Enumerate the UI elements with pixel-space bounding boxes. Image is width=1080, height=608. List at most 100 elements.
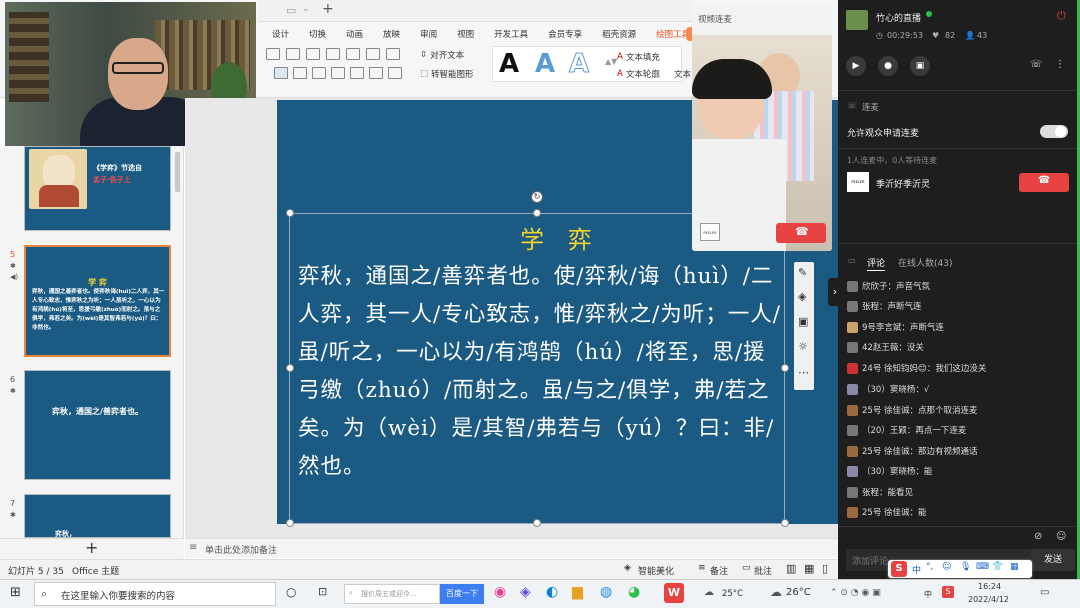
tab-review[interactable]: 审阅 (410, 28, 447, 42)
align-left-icon[interactable] (274, 67, 288, 79)
end-connect-button[interactable]: ☎ (1019, 173, 1069, 192)
slide-thumb-6[interactable]: 弈秋，通国之/善弈者也。 (24, 370, 171, 480)
voice-icon[interactable]: 🎙 (960, 562, 971, 572)
resize-handle[interactable] (286, 209, 294, 217)
tray-ime[interactable]: 中 (924, 589, 932, 600)
baidu-search-button[interactable]: 百度一下 (440, 584, 484, 604)
task-view-icon[interactable]: ○ (286, 585, 296, 599)
style-blue[interactable]: A (535, 49, 555, 79)
notes-bar[interactable]: ≡ 单击此处添加备注 (185, 538, 838, 558)
resize-handle[interactable] (286, 364, 294, 372)
align-right-icon[interactable] (312, 67, 326, 79)
edge-icon[interactable]: ◐ (546, 584, 558, 600)
microphone-icon[interactable]: ● (878, 56, 898, 76)
wechat-icon[interactable]: ◕ (628, 584, 640, 600)
lightbulb-icon[interactable]: ☼ (798, 340, 808, 353)
outdent-icon[interactable] (346, 48, 360, 60)
comments-button[interactable]: 批注 (754, 564, 772, 577)
text-outline-button[interactable]: A 文本轮廓 (617, 67, 660, 81)
slide-body-text[interactable]: 弈秋，通国之/善弈者也。使/弈秋/诲（huì）/二人弈，其一人/专心致志，惟/弈… (298, 258, 788, 486)
style-black[interactable]: A (499, 49, 519, 79)
emoji-icon[interactable]: ☺ (1056, 531, 1066, 542)
app-icon-1[interactable]: ◉ (494, 584, 506, 600)
text-fill-button[interactable]: A 文本填充 (617, 50, 660, 64)
align-center-icon[interactable] (293, 67, 307, 79)
resize-handle[interactable] (781, 519, 789, 527)
style-outline[interactable]: A (568, 49, 589, 80)
paragraph-spacing-icon[interactable] (388, 67, 402, 79)
toolbox-icon[interactable]: ▦ (1010, 562, 1019, 572)
sorter-view-icon[interactable]: ▦ (804, 562, 814, 575)
slide-thumb-4[interactable]: 《学弈》节选自 孟子·告子上 (24, 146, 171, 231)
notification-icon[interactable]: ▭ (1040, 587, 1049, 598)
call-settings-icon[interactable]: ☏ (1030, 59, 1043, 70)
hangup-button[interactable]: ☎ (776, 223, 826, 243)
add-slide-icon[interactable]: + (85, 538, 98, 557)
send-button[interactable]: 发送 (1031, 549, 1075, 571)
distribute-icon[interactable] (350, 67, 364, 79)
sogou-tray-icon[interactable]: S (942, 586, 954, 598)
align-text-button[interactable]: ⇳ 对齐文本 (420, 48, 464, 62)
more-options-icon[interactable]: ⋮ (1055, 59, 1065, 70)
tab-slideshow[interactable]: 放映 (373, 28, 410, 42)
crop-icon[interactable]: ▣ (798, 315, 808, 328)
slide-thumb-5[interactable]: 学 弈 弈秋，通国之善弈者也。使弈秋诲(huì)二人弈，其一人专心致志，惟弈秋之… (24, 245, 171, 357)
windows-start-icon[interactable]: ⊞ (10, 585, 21, 600)
smart-shape-button[interactable]: ⬚ 转智能图形 (420, 67, 474, 81)
screen-share-icon[interactable]: ▣ (910, 56, 930, 76)
widgets-icon[interactable]: ⊡ (318, 585, 327, 598)
tab-online[interactable]: 在线人数(43) (898, 256, 952, 269)
resize-handle[interactable] (533, 519, 541, 527)
ime-mode[interactable]: 中 (912, 563, 921, 576)
fill-icon[interactable]: ◈ (798, 290, 806, 303)
normal-view-icon[interactable]: ▥ (786, 562, 796, 575)
slide-title[interactable]: 学 弈 (500, 220, 620, 255)
tab-view[interactable]: 视图 (447, 28, 484, 42)
browser-search-box[interactable]: ⌕ 搜价周五或迎今... (344, 584, 440, 604)
justify-icon[interactable] (331, 67, 345, 79)
thumb-scrollbar[interactable] (175, 152, 180, 192)
tab-comments[interactable]: 评论 (867, 256, 886, 271)
notes-button[interactable]: 备注 (710, 564, 728, 577)
line-spacing-icon[interactable] (366, 48, 380, 60)
chevron-down-icon[interactable]: ⌄ (302, 4, 310, 14)
tray-icons[interactable]: ⌃ ⊙ ◔ ◉ ▣ (830, 588, 881, 598)
tab-transition[interactable]: 切换 (299, 28, 336, 42)
file-explorer-icon[interactable]: ▆ (572, 584, 583, 600)
tab-animation[interactable]: 动画 (336, 28, 373, 42)
allow-connect-toggle[interactable] (1040, 125, 1068, 138)
resize-handle[interactable] (286, 519, 294, 527)
list-icon[interactable] (286, 48, 300, 60)
column-icon[interactable] (369, 67, 383, 79)
skin-icon[interactable]: 👕 (992, 562, 1003, 572)
camera-icon[interactable]: ▶ (846, 56, 866, 76)
resize-handle[interactable] (533, 209, 541, 217)
smart-beauty-button[interactable]: 智能美化 (638, 564, 674, 577)
tab-design[interactable]: 设计 (262, 28, 299, 42)
browser-icon[interactable]: ◍ (600, 584, 612, 600)
pen-icon[interactable]: ✎ (798, 266, 807, 279)
format-icon[interactable] (266, 48, 280, 60)
emoji-ime-icon[interactable]: ☺ (942, 562, 951, 572)
taskbar-search[interactable]: ⌕ 在这里输入你要搜索的内容 (34, 582, 276, 606)
wps-icon[interactable]: W (664, 583, 684, 603)
sogou-icon[interactable]: S (891, 561, 907, 577)
tab-developer[interactable]: 开发工具 (484, 28, 538, 42)
indent-icon[interactable] (326, 48, 340, 60)
reading-view-icon[interactable]: ▯ (822, 562, 828, 575)
tab-member[interactable]: 会员专享 (538, 28, 592, 42)
mute-icon[interactable]: ⊘ (1034, 531, 1042, 542)
power-icon[interactable]: ⏻ (1057, 9, 1066, 23)
collapse-panel-icon[interactable]: › (828, 278, 842, 306)
rotate-handle-icon[interactable]: ↻ (531, 191, 543, 203)
app-icon-2[interactable]: ◈ (520, 584, 531, 600)
slide-thumb-7[interactable]: 弈秋， (24, 494, 171, 538)
text-direction-icon[interactable] (386, 48, 400, 60)
text-more-button[interactable]: 文本 (674, 67, 691, 81)
keyboard-icon[interactable]: ⌨ (976, 562, 989, 572)
punctuation-icon[interactable]: °, (926, 562, 933, 572)
gallery-scroll-icon[interactable]: ▲▼ (605, 57, 617, 66)
more-icon[interactable]: ⋯ (798, 366, 809, 379)
tab-docer[interactable]: 稻壳资源 (592, 28, 646, 42)
new-tab-icon[interactable]: + (322, 1, 334, 17)
